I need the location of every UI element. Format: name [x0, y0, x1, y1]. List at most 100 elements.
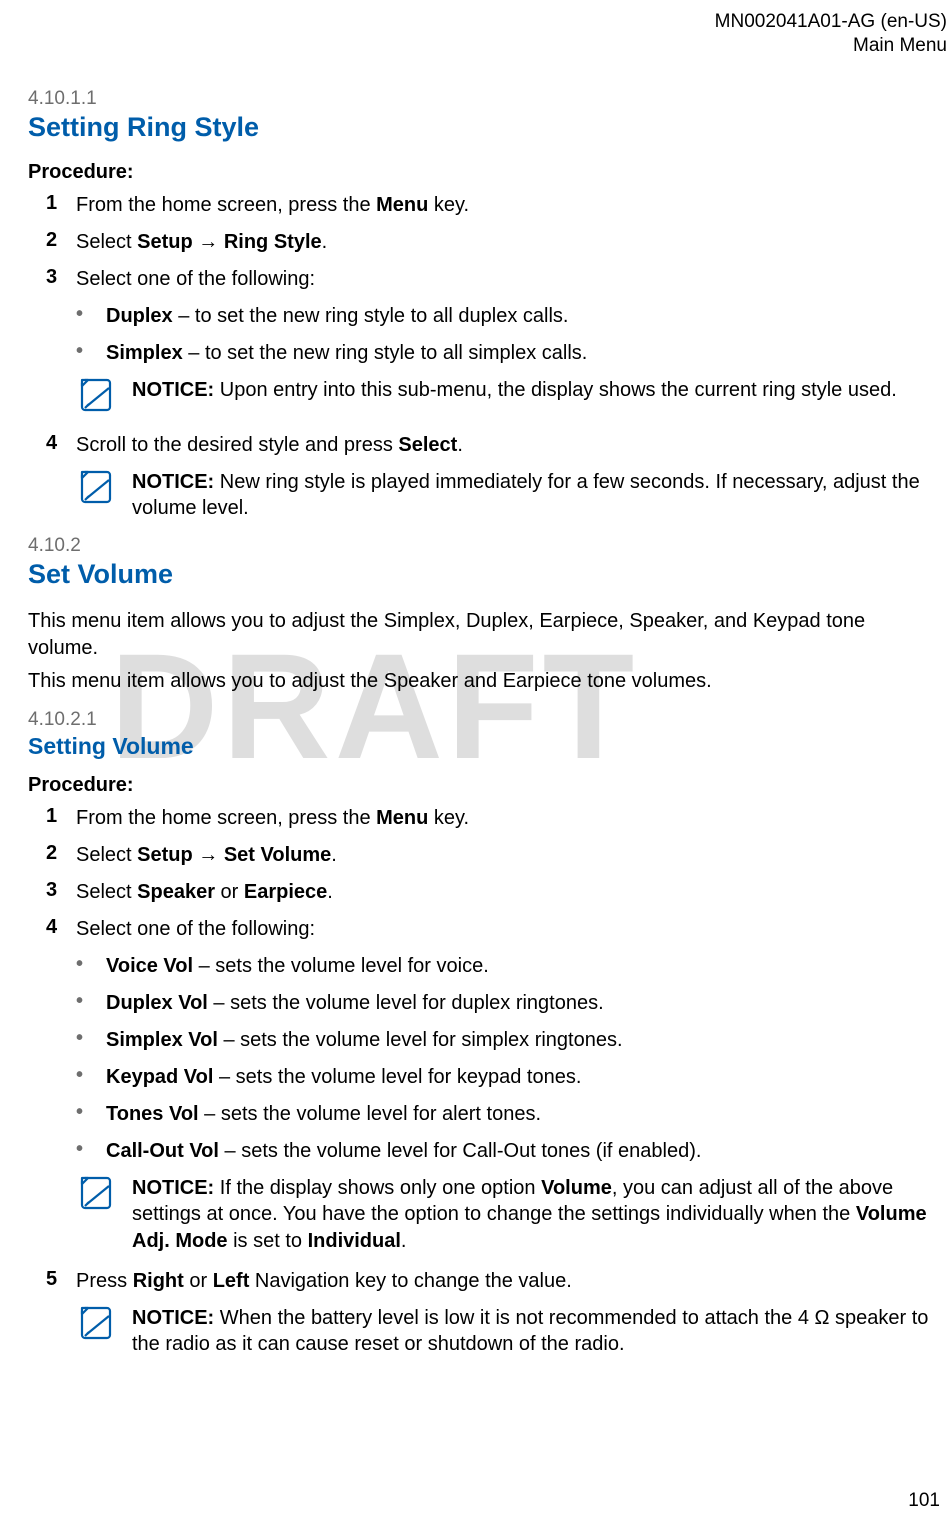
- text: From the home screen, press the: [76, 194, 376, 216]
- step-number: 4: [46, 916, 76, 943]
- notice-text: NOTICE: New ring style is played immedia…: [132, 469, 947, 522]
- text: – to set the new ring style to all duple…: [173, 305, 569, 327]
- section-number: 4.10.1.1: [28, 88, 947, 110]
- procedure-label: Procedure:: [28, 161, 947, 184]
- page-number: 101: [908, 1490, 940, 1512]
- bullet-text: Call-Out Vol – sets the volume level for…: [106, 1138, 947, 1165]
- option-speaker: Speaker: [137, 881, 215, 903]
- text: or: [215, 881, 244, 903]
- menu-path-setup: Setup: [137, 844, 193, 866]
- text: – to set the new ring style to all simpl…: [183, 342, 588, 364]
- notice-label: NOTICE:: [132, 471, 214, 493]
- step-text: Select one of the following:: [76, 266, 947, 293]
- step-text: From the home screen, press the Menu key…: [76, 805, 947, 832]
- step-text: From the home screen, press the Menu key…: [76, 192, 947, 219]
- step-number: 2: [46, 229, 76, 256]
- list-item: • Keypad Vol – sets the volume level for…: [28, 1064, 947, 1091]
- text: →: [193, 844, 224, 866]
- option-duplex: Duplex: [106, 305, 173, 327]
- doc-id: MN002041A01-AG (en-US): [28, 10, 947, 34]
- step-number: 2: [46, 842, 76, 869]
- text: – sets the volume level for alert tones.: [199, 1103, 541, 1125]
- step-number: 3: [46, 879, 76, 906]
- text: key.: [428, 194, 469, 216]
- bullet-text: Duplex – to set the new ring style to al…: [106, 303, 947, 330]
- menu-path-set-volume: Set Volume: [224, 844, 331, 866]
- list-item: 4 Scroll to the desired style and press …: [28, 432, 947, 459]
- bullet-icon: •: [76, 1101, 106, 1128]
- text: When the battery level is low it is not …: [132, 1307, 928, 1355]
- notice-icon: [76, 1305, 132, 1358]
- bullet-text: Simplex Vol – sets the volume level for …: [106, 1027, 947, 1054]
- bullet-icon: •: [76, 1027, 106, 1054]
- bullet-text: Tones Vol – sets the volume level for al…: [106, 1101, 947, 1128]
- step-text: Select Speaker or Earpiece.: [76, 879, 947, 906]
- list-item: 5 Press Right or Left Navigation key to …: [28, 1268, 947, 1295]
- step-text: Scroll to the desired style and press Se…: [76, 432, 947, 459]
- breadcrumb-section: Main Menu: [28, 34, 947, 58]
- notice-label: NOTICE:: [132, 379, 214, 401]
- list-item: • Duplex Vol – sets the volume level for…: [28, 990, 947, 1017]
- step-text: Select Setup → Ring Style.: [76, 229, 947, 256]
- select-key-label: Select: [398, 434, 457, 456]
- list-item: 1 From the home screen, press the Menu k…: [28, 805, 947, 832]
- nav-left-key: Left: [213, 1270, 250, 1292]
- step-number: 5: [46, 1268, 76, 1295]
- text: Press: [76, 1270, 133, 1292]
- step-text: Press Right or Left Navigation key to ch…: [76, 1268, 947, 1295]
- bullet-icon: •: [76, 1138, 106, 1165]
- text: – sets the volume level for duplex ringt…: [208, 992, 604, 1014]
- notice-label: NOTICE:: [132, 1307, 214, 1329]
- list-item: • Call-Out Vol – sets the volume level f…: [28, 1138, 947, 1165]
- step-number: 3: [46, 266, 76, 293]
- bullet-icon: •: [76, 303, 106, 330]
- list-item: • Voice Vol – sets the volume level for …: [28, 953, 947, 980]
- menu-key-label: Menu: [376, 194, 428, 216]
- bullet-text: Simplex – to set the new ring style to a…: [106, 340, 947, 367]
- step-text: Select Setup → Set Volume.: [76, 842, 947, 869]
- text: – sets the volume level for keypad tones…: [213, 1066, 581, 1088]
- text: is set to: [228, 1230, 308, 1252]
- text: New ring style is played immediately for…: [132, 471, 920, 519]
- text: .: [401, 1230, 407, 1252]
- bullet-icon: •: [76, 340, 106, 367]
- text: Scroll to the desired style and press: [76, 434, 398, 456]
- option-voice-vol: Voice Vol: [106, 955, 193, 977]
- page-header: MN002041A01-AG (en-US) Main Menu: [28, 10, 947, 58]
- text: .: [322, 231, 328, 253]
- option-individual: Individual: [308, 1230, 401, 1252]
- text: Select: [76, 881, 137, 903]
- text: →: [193, 231, 224, 253]
- text: – sets the volume level for simplex ring…: [218, 1029, 623, 1051]
- notice-label: NOTICE:: [132, 1177, 214, 1199]
- list-item: 3 Select Speaker or Earpiece.: [28, 879, 947, 906]
- notice-icon: [76, 469, 132, 522]
- list-item: 2 Select Setup → Set Volume.: [28, 842, 947, 869]
- notice-block: NOTICE: New ring style is played immedia…: [28, 469, 947, 522]
- step-text: Select one of the following:: [76, 916, 947, 943]
- bullet-text: Voice Vol – sets the volume level for vo…: [106, 953, 947, 980]
- option-tones-vol: Tones Vol: [106, 1103, 199, 1125]
- text: Navigation key to change the value.: [249, 1270, 571, 1292]
- notice-block: NOTICE: When the battery level is low it…: [28, 1305, 947, 1358]
- notice-text: NOTICE: If the display shows only one op…: [132, 1175, 947, 1254]
- list-item: 1 From the home screen, press the Menu k…: [28, 192, 947, 219]
- option-simplex-vol: Simplex Vol: [106, 1029, 218, 1051]
- list-item: • Simplex – to set the new ring style to…: [28, 340, 947, 367]
- bullet-icon: •: [76, 953, 106, 980]
- notice-block: NOTICE: If the display shows only one op…: [28, 1175, 947, 1254]
- step-number: 1: [46, 192, 76, 219]
- bullet-text: Keypad Vol – sets the volume level for k…: [106, 1064, 947, 1091]
- step-number: 1: [46, 805, 76, 832]
- option-duplex-vol: Duplex Vol: [106, 992, 208, 1014]
- text: key.: [428, 807, 469, 829]
- list-item: 3 Select one of the following:: [28, 266, 947, 293]
- list-item: • Duplex – to set the new ring style to …: [28, 303, 947, 330]
- section-number: 4.10.2.1: [28, 709, 947, 731]
- list-item: 4 Select one of the following:: [28, 916, 947, 943]
- notice-text: NOTICE: When the battery level is low it…: [132, 1305, 947, 1358]
- section-title: Setting Ring Style: [28, 112, 947, 143]
- option-keypad-vol: Keypad Vol: [106, 1066, 213, 1088]
- bullet-text: Duplex Vol – sets the volume level for d…: [106, 990, 947, 1017]
- text: Select: [76, 231, 137, 253]
